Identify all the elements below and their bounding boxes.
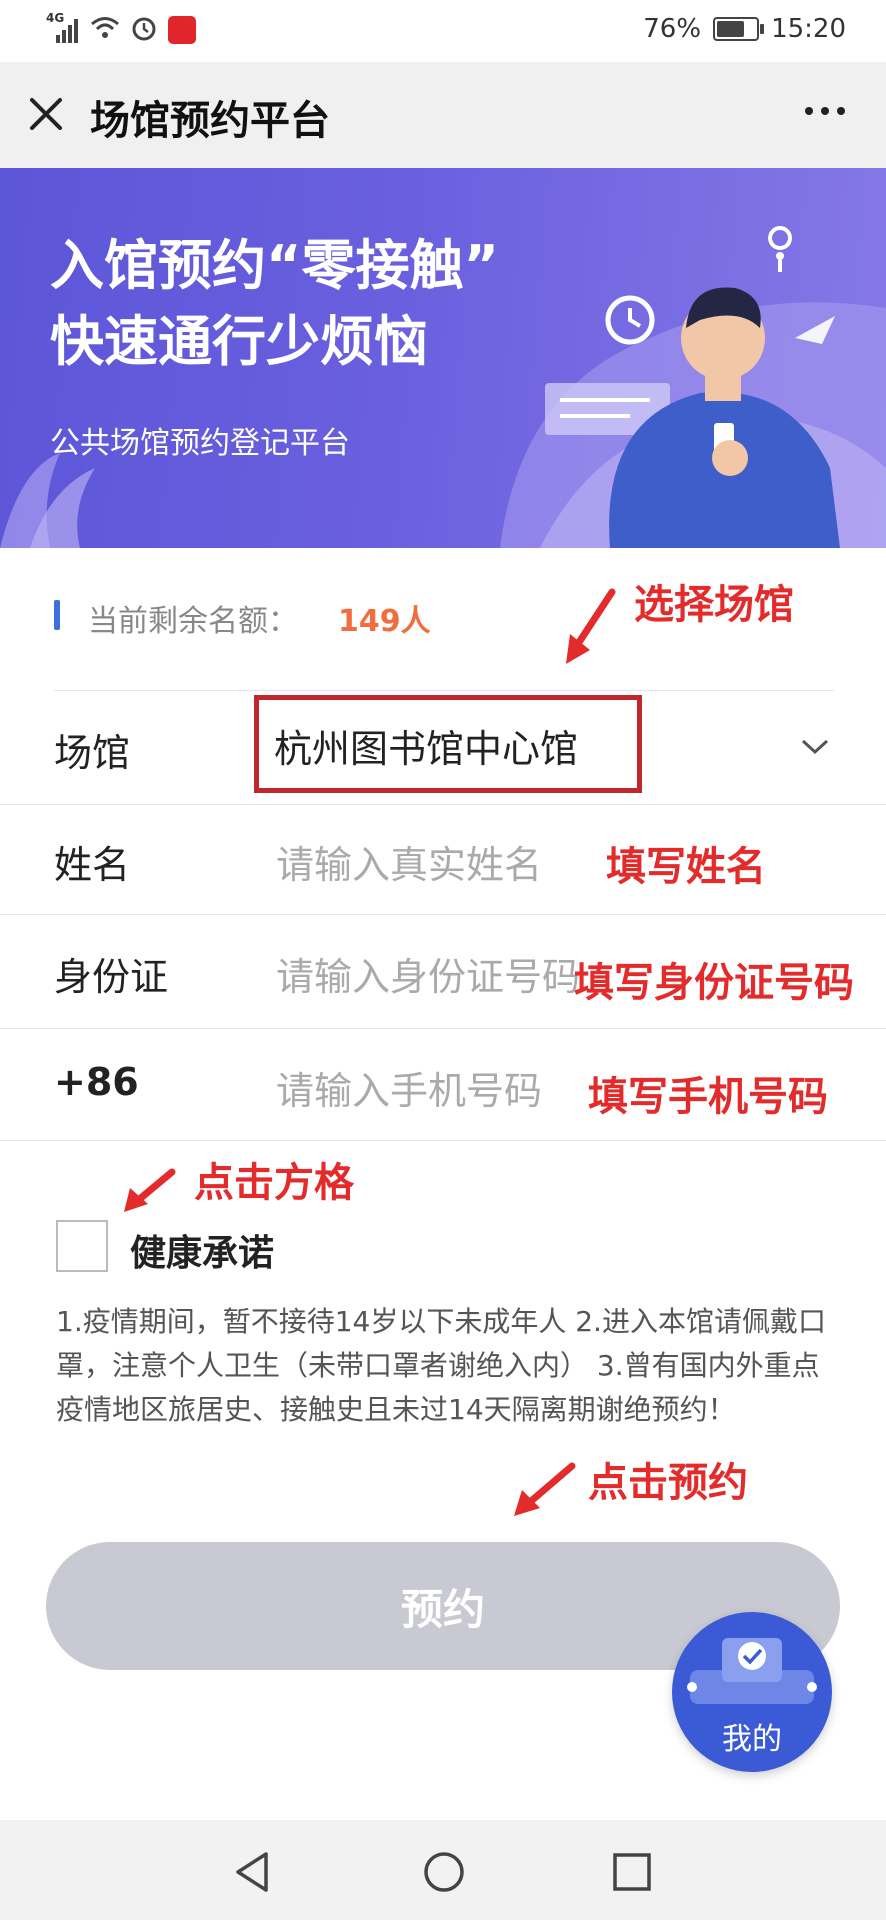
status-icons-left: 4G (46, 11, 196, 46)
battery-percent: 76% (643, 14, 702, 44)
annotation-click-checkbox: 点击方格 (194, 1160, 354, 1206)
alarm-icon (130, 14, 158, 46)
phone-input[interactable]: 请输入手机号码 (276, 1060, 542, 1115)
annotation-arrow-submit (514, 1462, 576, 1516)
quota-value: 149人 (338, 604, 431, 639)
annotation-arrow-checkbox (124, 1168, 176, 1212)
health-pledge-checkbox[interactable] (56, 1220, 108, 1272)
name-label: 姓名 (54, 843, 131, 887)
phone-prefix[interactable]: +86 (54, 1060, 139, 1104)
back-icon[interactable] (232, 1850, 272, 1894)
system-nav-bar (0, 1820, 886, 1920)
annotation-fill-id: 填写身份证号码 (574, 960, 854, 1006)
venue-select[interactable]: 杭州图书馆中心馆 (274, 718, 578, 773)
banner-subtitle: 公共场馆预约登记平台 (50, 426, 350, 461)
status-right: 76% 15:20 (643, 14, 846, 44)
annotation-click-submit: 点击预约 (588, 1460, 748, 1506)
battery-icon (713, 17, 765, 41)
clock: 15:20 (771, 14, 846, 44)
my-reservations-button[interactable]: 我的 (672, 1612, 832, 1772)
divider (0, 804, 886, 805)
id-card-label: 身份证 (54, 955, 169, 999)
divider (0, 914, 886, 915)
page-title: 场馆预约平台 (90, 98, 330, 144)
annotation-fill-name: 填写姓名 (606, 844, 766, 890)
chevron-down-icon[interactable] (800, 738, 830, 756)
app-notification-icon (168, 16, 196, 44)
divider (0, 1140, 886, 1141)
health-pledge-label: 健康承诺 (130, 1233, 275, 1274)
divider (0, 1028, 886, 1029)
wifi-icon (90, 16, 120, 44)
banner-headline-line1: 入馆预约“零接触” (50, 234, 499, 297)
home-icon[interactable] (422, 1850, 466, 1894)
quota-accent-bar (54, 600, 60, 630)
banner-headline: 入馆预约“零接触” 快速通行少烦恼 (50, 228, 499, 380)
close-icon[interactable] (26, 94, 66, 134)
my-reservations-label: 我的 (722, 1722, 782, 1757)
health-rules-text: 1.疫情期间，暂不接待14岁以下未成年人 2.进入本馆请佩戴口罩，注意个人卫生（… (56, 1305, 826, 1426)
recent-apps-icon[interactable] (612, 1852, 652, 1892)
annotation-arrow-venue (566, 588, 616, 664)
quota-label: 当前剩余名额： (88, 604, 298, 639)
signal-icon: 4G (46, 11, 80, 43)
divider (54, 690, 834, 691)
banner-headline-line2: 快速通行少烦恼 (50, 310, 428, 373)
annotation-fill-phone: 填写手机号码 (588, 1074, 828, 1120)
venue-label: 场馆 (54, 731, 131, 775)
more-icon[interactable] (802, 96, 848, 126)
id-card-input[interactable]: 请输入身份证号码 (276, 946, 586, 1001)
battery-level (717, 21, 745, 37)
annotation-select-venue: 选择场馆 (634, 582, 794, 628)
name-input[interactable]: 请输入真实姓名 (276, 834, 542, 889)
